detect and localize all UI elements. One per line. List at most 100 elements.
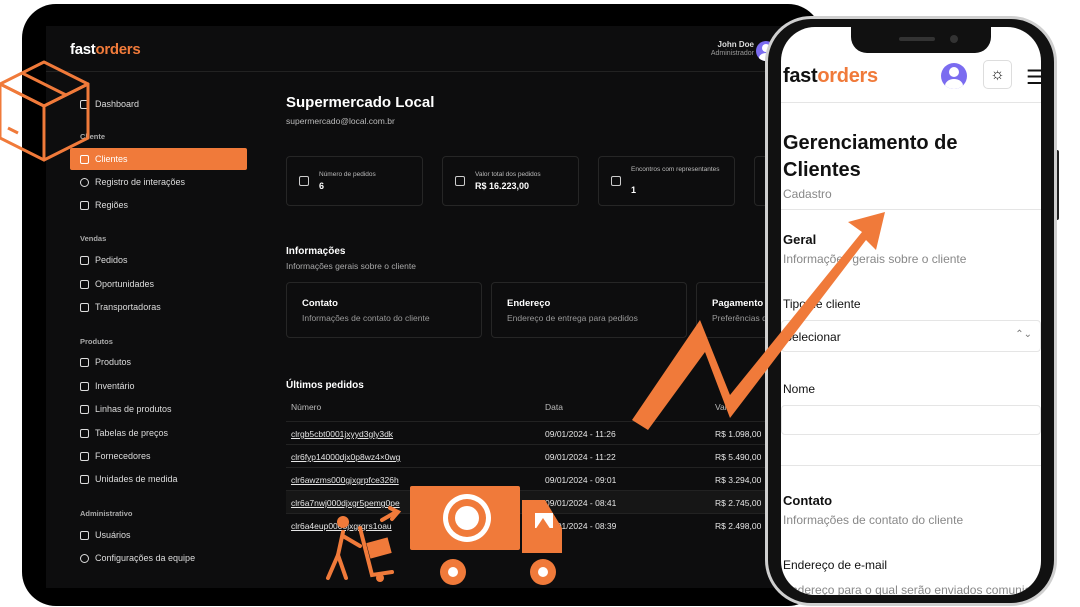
sidebar: Dashboard Cliente Clientes Registro de i… xyxy=(46,72,256,588)
column-header-data[interactable]: Data xyxy=(545,402,563,412)
table-row[interactable]: clr6fyp14000djx0p8wz4×0wg 09/01/2024 - 1… xyxy=(286,444,806,467)
package-icon xyxy=(611,176,621,186)
order-value: R$ 1.098,00 xyxy=(715,429,762,439)
email-desc: Endereço para o qual serão enviados comu… xyxy=(783,583,1041,595)
stat-value: 1 xyxy=(631,185,637,195)
sidebar-item-clientes[interactable]: Clientes xyxy=(70,148,247,170)
order-value: R$ 2.745,00 xyxy=(715,498,762,508)
sidebar-item-pedidos[interactable]: Pedidos xyxy=(80,253,128,267)
table-row[interactable]: clr6a7nwj000djxgr5pemg0pe 09/01/2024 - 0… xyxy=(286,490,806,513)
truck-icon xyxy=(80,302,89,312)
card-title: Contato xyxy=(302,298,338,309)
stat-card: Valor total dos pedidos R$ 16.223,00 xyxy=(442,156,579,206)
card-title: Pagamento xyxy=(712,298,764,309)
phone-frame: fastorders ☼ ☰ Gerenciamento de Clientes… xyxy=(765,16,1057,606)
column-header-valor[interactable]: Valor xyxy=(715,402,734,412)
sidebar-item-label: Registro de interações xyxy=(95,177,186,187)
sidebar-group-administrativo: Administrativo xyxy=(80,509,133,518)
table-row[interactable]: clr6awzms000gjxgrpfce326h 09/01/2024 - 0… xyxy=(286,467,806,490)
stat-value: 6 xyxy=(319,181,325,191)
order-date: 09/01/2024 - 09:01 xyxy=(545,475,617,485)
package-icon xyxy=(80,255,89,265)
logo-part1: fast xyxy=(783,65,818,87)
sidebar-item-label: Pedidos xyxy=(95,255,128,265)
phone-notch xyxy=(851,27,991,53)
logo-part2: orders xyxy=(95,41,141,58)
user-name: John Doe xyxy=(717,40,754,49)
nome-input[interactable] xyxy=(781,405,1041,435)
orders-section-title: Últimos pedidos xyxy=(286,380,364,391)
sidebar-item-label: Produtos xyxy=(95,357,132,367)
sidebar-group-produtos: Produtos xyxy=(80,337,113,346)
divider xyxy=(781,102,1041,103)
email-label: Endereço de e-mail xyxy=(783,558,888,572)
sidebar-item-fornecedores[interactable]: Fornecedores xyxy=(80,449,151,463)
app-logo[interactable]: fastorders xyxy=(70,41,141,58)
logo-part1: fast xyxy=(70,41,96,58)
info-card-contato[interactable]: Contato Informações de contato do client… xyxy=(286,282,482,338)
at-sign-icon xyxy=(80,177,89,187)
sidebar-item-label: Clientes xyxy=(95,154,128,164)
order-number-link[interactable]: clr6fyp14000djx0p8wz4×0wg xyxy=(291,452,400,462)
stage: fastorders John Doe Administrador Dashbo… xyxy=(0,0,1080,607)
divider xyxy=(781,209,1041,210)
user-icon xyxy=(80,530,89,540)
order-value: R$ 2.498,00 xyxy=(715,521,762,531)
page-title: Supermercado Local xyxy=(286,94,435,111)
package-icon xyxy=(299,176,309,186)
sidebar-item-linhas[interactable]: Linhas de produtos xyxy=(80,402,172,416)
sidebar-item-regioes[interactable]: Regiões xyxy=(80,198,128,212)
mobile-avatar[interactable] xyxy=(941,63,967,89)
column-header-numero[interactable]: Número xyxy=(291,402,321,412)
sidebar-item-label: Linhas de produtos xyxy=(95,404,172,414)
sidebar-item-label: Regiões xyxy=(95,200,129,210)
table-row[interactable]: clr6a4eup0008jxgrqrs1oau 09/01/2024 - 08… xyxy=(286,513,806,536)
sidebar-item-registro[interactable]: Registro de interações xyxy=(80,175,185,189)
tipo-cliente-label: Tipo de cliente xyxy=(783,297,861,311)
users-icon xyxy=(80,154,89,164)
divider xyxy=(781,465,1041,466)
sidebar-item-label: Transportadoras xyxy=(95,302,161,312)
sidebar-item-label: Configurações da equipe xyxy=(95,553,196,563)
client-email: supermercado@local.com.br xyxy=(286,116,395,126)
main-content: Supermercado Local supermercado@local.co… xyxy=(286,72,806,588)
info-card-endereco[interactable]: Endereço Endereço de entrega para pedido… xyxy=(491,282,687,338)
sidebar-item-configuracoes[interactable]: Configurações da equipe xyxy=(80,551,195,565)
sidebar-item-produtos[interactable]: Produtos xyxy=(80,355,131,369)
order-number-link[interactable]: clrgb5cbt0001jxyyd3gly3dk xyxy=(291,429,393,439)
order-number-link[interactable]: clr6a7nwj000djxgr5pemg0pe xyxy=(291,498,400,508)
tablet-frame: fastorders John Doe Administrador Dashbo… xyxy=(22,4,822,606)
stat-value: R$ 16.223,00 xyxy=(475,181,530,191)
order-number-link[interactable]: clr6awzms000gjxgrpfce326h xyxy=(291,475,399,485)
order-value: R$ 5.490,00 xyxy=(715,452,762,462)
map-icon xyxy=(80,200,89,210)
sidebar-item-transportadoras[interactable]: Transportadoras xyxy=(80,300,161,314)
table-row[interactable]: clrgb5cbt0001jxyyd3gly3dk 09/01/2024 - 1… xyxy=(286,421,806,444)
sidebar-group-vendas: Vendas xyxy=(80,234,107,243)
basket-icon xyxy=(80,357,89,367)
mobile-app-logo[interactable]: fastorders xyxy=(783,65,878,88)
stat-card: Número de pedidos 6 xyxy=(286,156,423,206)
sidebar-item-label: Tabelas de preços xyxy=(95,428,169,438)
sidebar-item-unidades[interactable]: Unidades de medida xyxy=(80,472,178,486)
stat-card: Encontros com representantes 1 xyxy=(598,156,735,206)
order-date: 09/01/2024 - 11:26 xyxy=(545,429,616,439)
order-number-link[interactable]: clr6a4eup0008jxgrqrs1oau xyxy=(291,521,392,531)
card-title: Endereço xyxy=(507,298,551,309)
tipo-cliente-select[interactable]: Selecionar ⌃⌄ xyxy=(781,320,1041,352)
sidebar-item-inventario[interactable]: Inventário xyxy=(80,379,135,393)
contato-section-title: Contato xyxy=(783,493,833,508)
dashboard-icon xyxy=(80,99,89,109)
theme-toggle-button[interactable]: ☼ xyxy=(983,60,1012,89)
sidebar-item-dashboard[interactable]: Dashboard xyxy=(80,97,139,111)
sidebar-item-label: Oportunidades xyxy=(95,279,155,289)
user-info[interactable]: John Doe Administrador xyxy=(711,40,754,57)
hamburger-menu-icon[interactable]: ☰ xyxy=(1026,65,1041,90)
sidebar-item-usuarios[interactable]: Usuários xyxy=(80,528,131,542)
order-date: 09/01/2024 - 11:22 xyxy=(545,452,616,462)
sidebar-item-oportunidades[interactable]: Oportunidades xyxy=(80,277,154,291)
sidebar-item-tabelas[interactable]: Tabelas de preços xyxy=(80,426,168,440)
stat-label: Valor total dos pedidos xyxy=(475,171,541,178)
sidebar-group-cliente: Cliente xyxy=(80,132,106,141)
order-value: R$ 3.294,00 xyxy=(715,475,762,485)
